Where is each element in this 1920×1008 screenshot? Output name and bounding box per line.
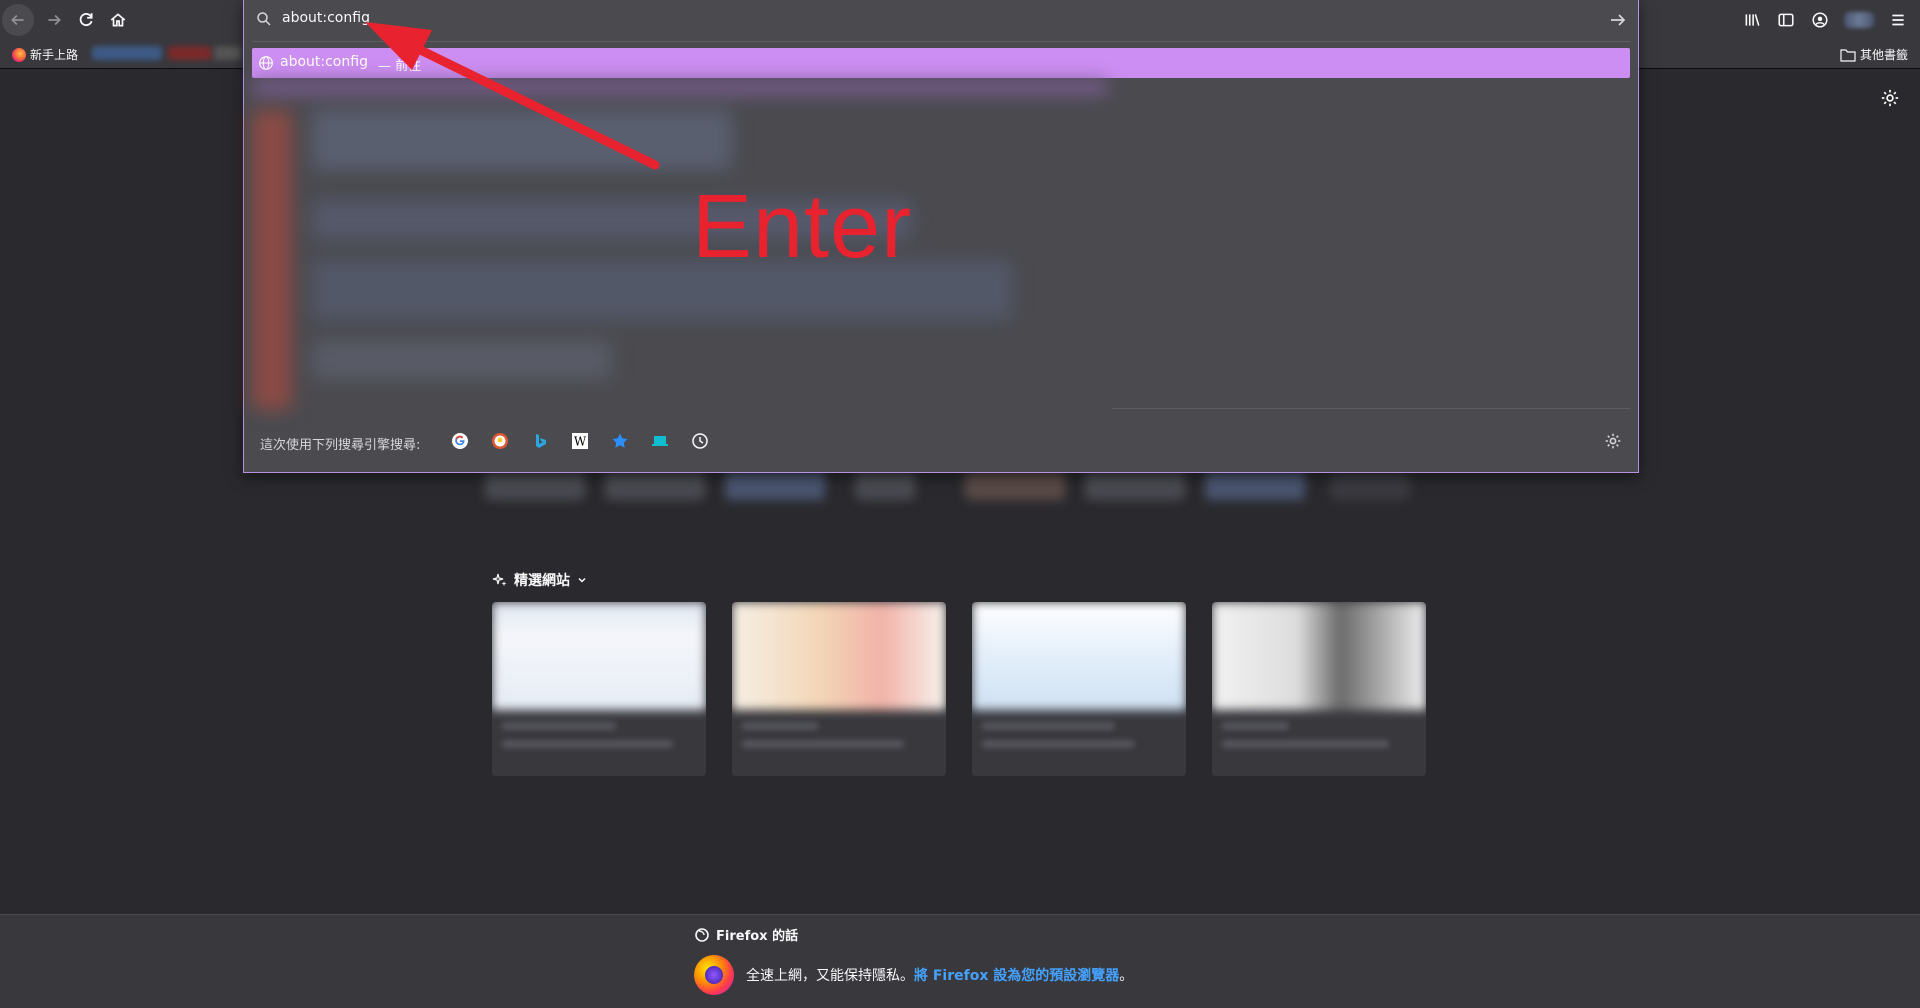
- gear-icon[interactable]: [1880, 88, 1900, 108]
- bing-icon[interactable]: [531, 432, 549, 450]
- home-icon: [110, 13, 126, 27]
- library-icon: [1745, 14, 1760, 26]
- card-text: [502, 722, 692, 762]
- urlbar-input[interactable]: about:config: [282, 10, 370, 26]
- urlbar-popup: about:config about:config — 前往 這次使用下列搜尋引…: [243, 0, 1639, 473]
- card-thumbnail: [492, 602, 706, 710]
- card-thumbnail: [1212, 602, 1426, 710]
- card-text: [1222, 722, 1412, 762]
- forward-arrow-icon: [48, 14, 61, 26]
- top-site-tile[interactable]: [855, 470, 915, 500]
- sidebar-icon: [1778, 13, 1794, 27]
- firefox-logo-icon: [694, 955, 734, 995]
- back-button[interactable]: [2, 4, 34, 36]
- snippet-heading-text: Firefox 的話: [716, 929, 799, 944]
- result-title: about:config: [280, 54, 368, 70]
- highlight-card[interactable]: [972, 602, 1186, 776]
- highlights-title: 精選網站: [514, 573, 570, 589]
- search-settings-gear-icon[interactable]: [1604, 432, 1622, 450]
- account-icon: [1812, 12, 1828, 28]
- chevron-down-icon: [578, 577, 586, 583]
- highlight-card[interactable]: [1212, 602, 1426, 776]
- library-button[interactable]: [1742, 10, 1762, 30]
- card-text: [742, 722, 932, 762]
- snippet-message: 全速上網，又能保持隱私。將 Firefox 設為您的預設瀏覽器。: [694, 955, 1133, 995]
- snippet-trail: 。: [1119, 968, 1134, 984]
- bookmark-item[interactable]: 新手上路: [12, 46, 78, 63]
- result-action: — 前往: [378, 59, 422, 74]
- avatar[interactable]: [1844, 12, 1874, 28]
- bookmarks-star-icon[interactable]: [611, 432, 629, 450]
- sidebar-button[interactable]: [1776, 10, 1796, 30]
- account-button[interactable]: [1810, 10, 1830, 30]
- card-thumbnail: [972, 602, 1186, 710]
- blurred-bookmark[interactable]: [168, 46, 212, 60]
- top-sites: [485, 470, 1435, 504]
- sparkle-icon: [492, 573, 507, 587]
- divider: [252, 41, 1630, 42]
- history-icon[interactable]: [691, 432, 709, 450]
- blurred-bookmark[interactable]: [214, 46, 242, 60]
- enter-annotation: Enter: [692, 177, 913, 277]
- menu-icon: [1892, 14, 1904, 26]
- svg-text:W: W: [574, 435, 587, 449]
- one-off-search-bar: 這次使用下列搜尋引擎搜尋: W: [244, 418, 1638, 464]
- top-site-tile[interactable]: [485, 470, 585, 500]
- go-arrow-icon[interactable]: [1608, 10, 1628, 30]
- set-default-browser-link[interactable]: 將 Firefox 設為您的預設瀏覽器: [914, 968, 1119, 984]
- bookmark-label: 新手上路: [30, 48, 79, 62]
- urlbar[interactable]: about:config: [244, 0, 1638, 42]
- card-text: [982, 722, 1172, 762]
- highlight-card[interactable]: [732, 602, 946, 776]
- folder-icon: [1840, 48, 1856, 62]
- search-icon: [257, 12, 271, 26]
- globe-icon: [259, 56, 273, 70]
- one-off-label: 這次使用下列搜尋引擎搜尋:: [260, 438, 421, 453]
- blurred-bookmark[interactable]: [92, 46, 162, 60]
- snippet-text: 全速上網，又能保持隱私。: [746, 968, 914, 984]
- card-thumbnail: [732, 602, 946, 710]
- back-arrow-icon: [11, 14, 24, 26]
- reload-button[interactable]: [70, 4, 102, 36]
- google-icon[interactable]: [451, 432, 469, 450]
- other-bookmarks-label: 其他書籤: [1859, 48, 1908, 62]
- duckduckgo-icon[interactable]: [491, 432, 509, 450]
- top-site-tile[interactable]: [1085, 470, 1185, 500]
- urlbar-result-selected[interactable]: about:config — 前往: [252, 48, 1630, 78]
- other-bookmarks[interactable]: 其他書籤: [1840, 46, 1908, 63]
- snippet-footer: Firefox 的話 全速上網，又能保持隱私。將 Firefox 設為您的預設瀏…: [0, 914, 1920, 1008]
- home-button[interactable]: [102, 4, 134, 36]
- firefox-icon: [12, 47, 26, 62]
- firefox-mono-icon: [695, 927, 709, 942]
- top-site-tile[interactable]: [605, 470, 705, 500]
- reload-icon: [79, 13, 93, 27]
- forward-button[interactable]: [38, 4, 70, 36]
- toolbar-right-tools: [1742, 0, 1920, 40]
- menu-button[interactable]: [1888, 10, 1908, 30]
- snippet-heading: Firefox 的話: [694, 925, 798, 944]
- blurred-results: [252, 80, 1108, 410]
- highlights-heading[interactable]: 精選網站: [492, 570, 588, 590]
- top-site-tile[interactable]: [1330, 470, 1410, 500]
- tabs-icon[interactable]: [651, 432, 669, 450]
- top-site-tile[interactable]: [965, 470, 1065, 500]
- top-site-tile[interactable]: [725, 470, 825, 500]
- highlight-card[interactable]: [492, 602, 706, 776]
- wikipedia-icon[interactable]: W: [571, 432, 589, 450]
- top-site-tile[interactable]: [1205, 470, 1305, 500]
- divider: [1112, 408, 1630, 409]
